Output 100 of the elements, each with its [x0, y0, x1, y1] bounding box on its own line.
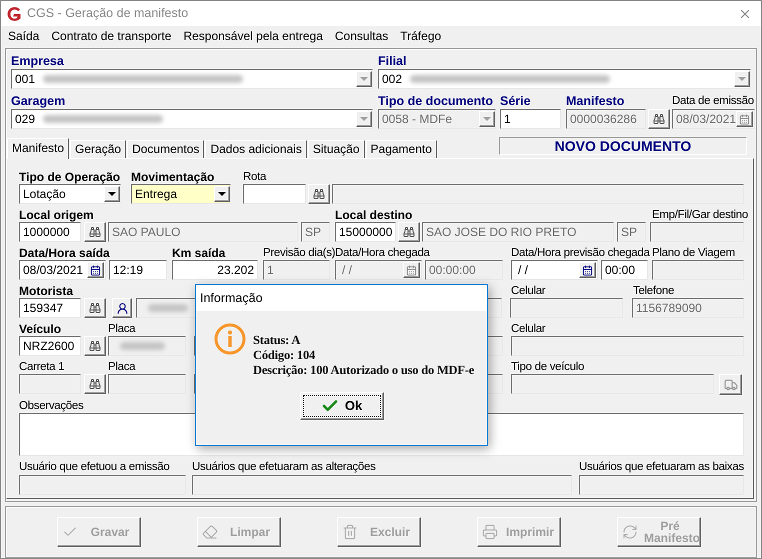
search-button[interactable] — [84, 222, 106, 242]
menu-item[interactable]: Contrato de transporte — [45, 27, 178, 45]
person-icon — [116, 302, 128, 314]
menu-item[interactable]: Tráfego — [394, 27, 448, 45]
message-line: Status: A — [253, 333, 302, 348]
window-title: CGS - Geração de manifesto — [27, 5, 188, 22]
text-field[interactable] — [579, 475, 744, 495]
field-label: Manifesto — [566, 94, 624, 108]
text-field[interactable]: SAO JOSE DO RIO PRETO — [422, 222, 614, 242]
menu-item[interactable]: Consultas — [328, 27, 394, 45]
search-button[interactable] — [84, 336, 106, 356]
dropdown-field[interactable]: Lotação — [19, 184, 121, 204]
field-label: Filial — [378, 54, 406, 68]
tab[interactable]: Pagamento — [366, 140, 437, 158]
text-field[interactable]: SAO PAULO — [108, 222, 298, 242]
text-field[interactable]: 08/03/2021 — [672, 109, 756, 129]
field-label: Data/Hora previsão chegada — [511, 246, 650, 260]
dropdown-field[interactable]: 029 — [11, 109, 373, 129]
vehicle-button[interactable] — [719, 374, 742, 395]
text-field[interactable] — [243, 184, 306, 204]
binoculars-icon — [403, 226, 415, 238]
field-label: Usuários que efetuaram as alterações — [192, 460, 376, 474]
field-label: Carreta 1 — [19, 360, 64, 374]
text-field[interactable]: 1 — [263, 260, 330, 280]
tab[interactable]: Situação — [308, 140, 365, 158]
field-label: Tipo de documento — [378, 94, 494, 108]
text-field[interactable] — [511, 374, 714, 394]
text-field[interactable] — [19, 374, 81, 394]
dialog-title: Informação — [200, 290, 263, 307]
binoculars-icon — [89, 340, 101, 352]
calendar-button[interactable] — [87, 262, 104, 278]
text-field[interactable]: / / — [335, 260, 422, 280]
driver-button[interactable] — [112, 298, 132, 318]
search-button[interactable] — [648, 109, 670, 129]
text-field[interactable] — [19, 475, 186, 495]
ok-button[interactable]: Ok — [300, 392, 384, 420]
text-field[interactable] — [192, 475, 572, 495]
text-field[interactable]: SP — [301, 222, 330, 242]
text-field[interactable]: 08/03/2021 — [19, 260, 106, 280]
binoculars-icon — [89, 378, 101, 390]
text-field[interactable]: 00:00:00 — [425, 260, 503, 280]
text-field[interactable] — [108, 374, 186, 394]
field-label: Celular — [511, 322, 546, 336]
search-button[interactable] — [84, 374, 106, 394]
text-field[interactable]: 0000036286 — [566, 109, 646, 129]
field-label: Data/Hora chegada — [335, 246, 430, 260]
text-field[interactable]: NRZ2600 — [19, 336, 81, 356]
dropdown-field[interactable]: Entrega — [131, 184, 231, 204]
field-label: Tipo de Operação — [19, 170, 120, 184]
field-label: Movimentação — [131, 170, 214, 184]
field-label: Empresa — [11, 54, 64, 68]
field-label: Km saída — [172, 246, 226, 260]
blurred-text — [120, 342, 165, 350]
search-button[interactable] — [398, 222, 420, 242]
text-field[interactable]: / / — [511, 260, 598, 280]
text-field[interactable]: SP — [617, 222, 646, 242]
field-label: Rota — [243, 170, 266, 184]
text-field[interactable] — [652, 260, 744, 280]
text-field[interactable]: 1 — [500, 109, 561, 129]
text-field[interactable] — [510, 298, 623, 318]
menu-item[interactable]: Responsável pela entrega — [177, 27, 329, 45]
field-label: Plano de Viagem — [652, 246, 735, 260]
calendar-icon — [406, 264, 417, 276]
field-label: Usuário que efetuou a emissão — [19, 460, 170, 474]
text-field[interactable]: 12:19 — [109, 260, 167, 280]
text-field[interactable]: 15000000 — [335, 222, 396, 242]
dropdown-field[interactable]: 0058 - MDFe — [378, 109, 496, 129]
binoculars-icon — [89, 226, 101, 238]
info-icon — [214, 323, 246, 355]
printer-icon — [482, 524, 498, 540]
text-field[interactable]: 1156789090 — [632, 298, 744, 318]
text-field[interactable] — [650, 222, 744, 242]
text-field[interactable]: 00:00 — [601, 260, 648, 280]
text-field[interactable]: 1000000 — [19, 222, 81, 242]
search-button[interactable] — [308, 184, 330, 204]
field-label: Série — [500, 94, 531, 108]
text-field[interactable] — [332, 184, 744, 204]
field-label: Veículo — [19, 322, 62, 336]
text-field[interactable]: 23.202 — [172, 260, 258, 280]
status-banner: NOVO DOCUMENTO — [499, 137, 747, 155]
tab[interactable]: Documentos — [127, 140, 204, 158]
binoculars-icon — [89, 302, 101, 314]
field-label: Placa — [108, 360, 136, 374]
text-field[interactable] — [108, 336, 186, 356]
field-label: Usuários que efetuaram as baixas — [579, 460, 744, 474]
blurred-text — [148, 304, 188, 312]
tab[interactable]: Manifesto — [7, 138, 70, 159]
calendar-icon — [90, 264, 101, 276]
calendar-button[interactable] — [579, 262, 596, 278]
field-label: Observações — [19, 399, 84, 413]
dropdown-field[interactable]: 002 — [378, 69, 751, 89]
field-label: Motorista — [19, 284, 73, 298]
tab[interactable]: Dados adicionais — [205, 140, 307, 158]
text-field[interactable] — [511, 336, 744, 356]
tab[interactable]: Geração — [70, 140, 126, 158]
menu-item[interactable]: Saída — [2, 27, 46, 45]
dropdown-field[interactable]: 001 — [11, 69, 373, 89]
refresh-icon — [622, 524, 638, 540]
search-button[interactable] — [84, 298, 106, 318]
text-field[interactable]: 159347 — [19, 298, 81, 318]
